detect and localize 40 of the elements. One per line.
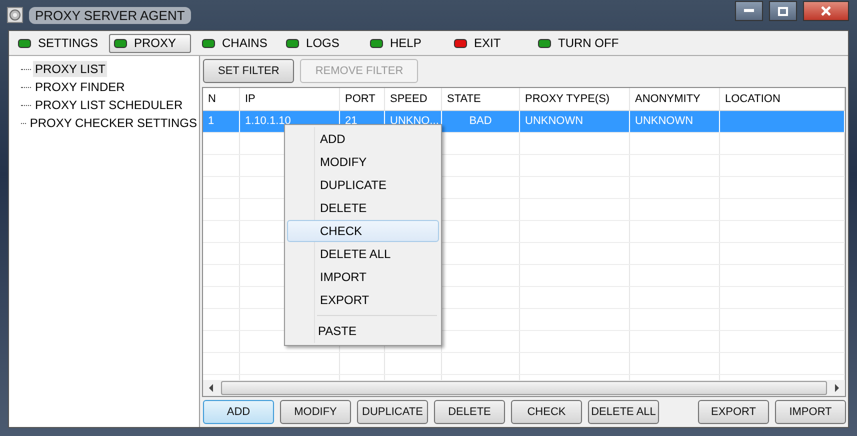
tree-item[interactable]: PROXY LIST [33,61,108,77]
action-button[interactable]: DELETE [434,400,505,424]
action-button[interactable]: IMPORT [775,400,846,424]
column-header[interactable]: STATE [442,88,520,110]
context-menu-item[interactable]: DELETE ALL [287,243,439,265]
tree-item[interactable]: PROXY CHECKER SETTINGS [28,115,199,131]
column-header[interactable]: IP [240,88,340,110]
context-menu-item[interactable]: IMPORT [287,266,439,288]
action-button[interactable]: MODIFY [280,400,351,424]
filter-button[interactable]: SET FILTER [203,59,294,83]
tree-item[interactable]: PROXY LIST SCHEDULER [33,97,185,113]
column-header[interactable]: LOCATION [720,88,845,110]
menu-tab[interactable]: SETTINGS [13,34,104,52]
column-header[interactable]: PROXY TYPE(S) [520,88,630,110]
context-menu-item[interactable]: EXPORT [287,289,439,311]
context-menu-item[interactable]: MODIFY [287,151,439,173]
column-header[interactable]: ANONYMITY [630,88,720,110]
context-menu-item[interactable]: CHECK [287,220,439,242]
table-cell: UNKNOWN [630,111,720,132]
context-menu-item[interactable]: PASTE [285,320,437,342]
menu-tab[interactable]: HELP [365,34,444,52]
action-button[interactable]: DUPLICATE [357,400,428,424]
column-header[interactable]: SPEED [385,88,442,110]
window-title: PROXY SERVER AGENT [29,6,191,24]
table-cell: UNKNOWN [520,111,630,132]
tree-item[interactable]: PROXY FINDER [33,79,127,95]
context-menu-item[interactable]: DELETE [287,197,439,219]
column-header[interactable]: PORT [340,88,385,110]
table-cell: 1 [203,111,240,132]
menu-tab[interactable]: EXIT [449,34,528,52]
action-button[interactable]: ADD [203,400,274,424]
action-button[interactable]: DELETE ALL [588,400,659,424]
context-menu-item[interactable]: DUPLICATE [287,174,439,196]
action-button[interactable]: EXPORT [698,400,769,424]
menu-tab[interactable]: LOGS [281,34,360,52]
action-button[interactable]: CHECK [511,400,582,424]
menu-tab[interactable]: PROXY [109,34,192,52]
column-header[interactable]: N [203,88,240,110]
menu-tab[interactable]: TURN OFF [533,34,624,52]
menu-tab[interactable]: CHAINS [197,34,276,52]
